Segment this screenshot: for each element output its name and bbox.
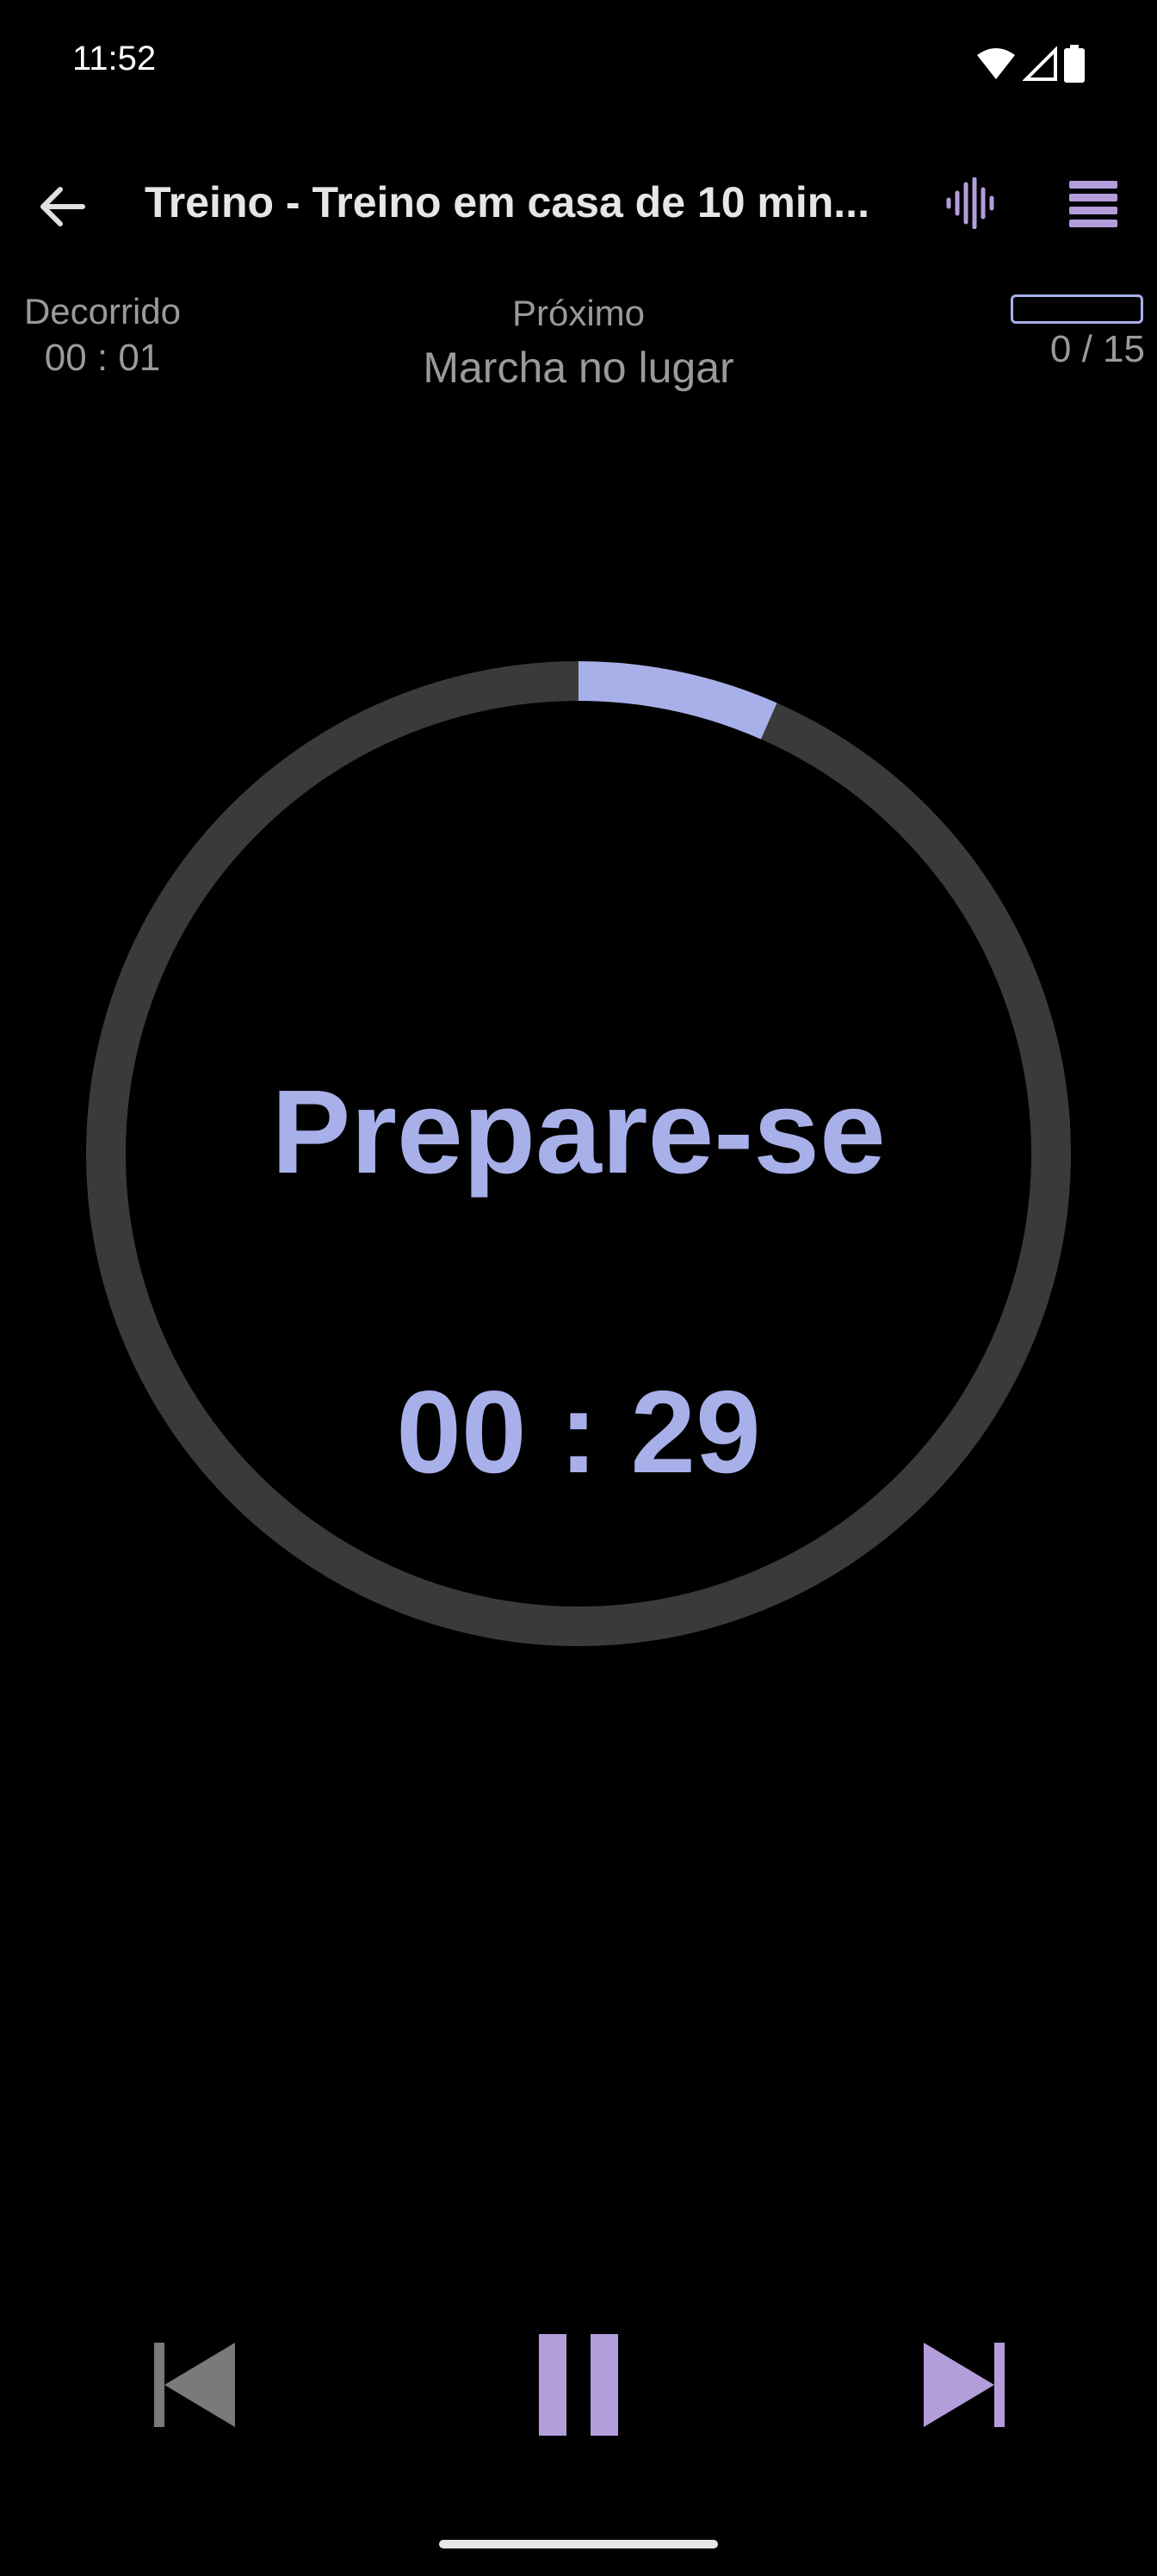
elapsed-value: 00 : 01 — [44, 337, 161, 379]
audio-button[interactable] — [938, 170, 1004, 236]
audio-wave-icon — [946, 177, 994, 229]
next-exercise-info: Próximo Marcha no lugar — [320, 291, 837, 398]
wifi-icon — [977, 48, 1015, 79]
back-arrow-icon — [40, 187, 85, 226]
status-icons — [976, 45, 1085, 83]
pause-button[interactable] — [518, 2325, 639, 2445]
previous-button[interactable] — [133, 2325, 253, 2445]
elapsed-label: Decorrido — [23, 291, 182, 331]
battery-icon — [1064, 45, 1085, 83]
phase-label: Prepare-se — [271, 1066, 886, 1198]
status-bar: 11:52 — [0, 0, 1157, 129]
app-bar: Treino - Treino em casa de 10 min... — [0, 146, 1157, 258]
exercise-progress-bar — [1011, 294, 1143, 324]
menu-icon — [1069, 181, 1117, 227]
next-label: Próximo — [511, 293, 646, 333]
pause-icon — [539, 2334, 618, 2436]
menu-button[interactable] — [1061, 170, 1126, 236]
elapsed-info: Decorrido 00 : 01 — [14, 289, 191, 382]
skip-next-icon — [924, 2343, 1005, 2427]
exercise-progress-count: 0 / 15 — [1049, 328, 1145, 370]
workout-title: Treino - Treino em casa de 10 min... — [145, 178, 869, 226]
next-exercise-name: Marcha no lugar — [423, 344, 734, 392]
back-button[interactable] — [26, 170, 98, 243]
status-time: 11:52 — [72, 40, 157, 77]
home-indicator[interactable] — [439, 2540, 718, 2548]
next-button[interactable] — [906, 2325, 1026, 2445]
countdown-timer: 00 : 29 — [396, 1366, 761, 1497]
skip-previous-icon — [154, 2343, 235, 2427]
signal-icon — [1023, 46, 1057, 81]
exercise-progress: 0 / 15 — [1005, 294, 1145, 374]
